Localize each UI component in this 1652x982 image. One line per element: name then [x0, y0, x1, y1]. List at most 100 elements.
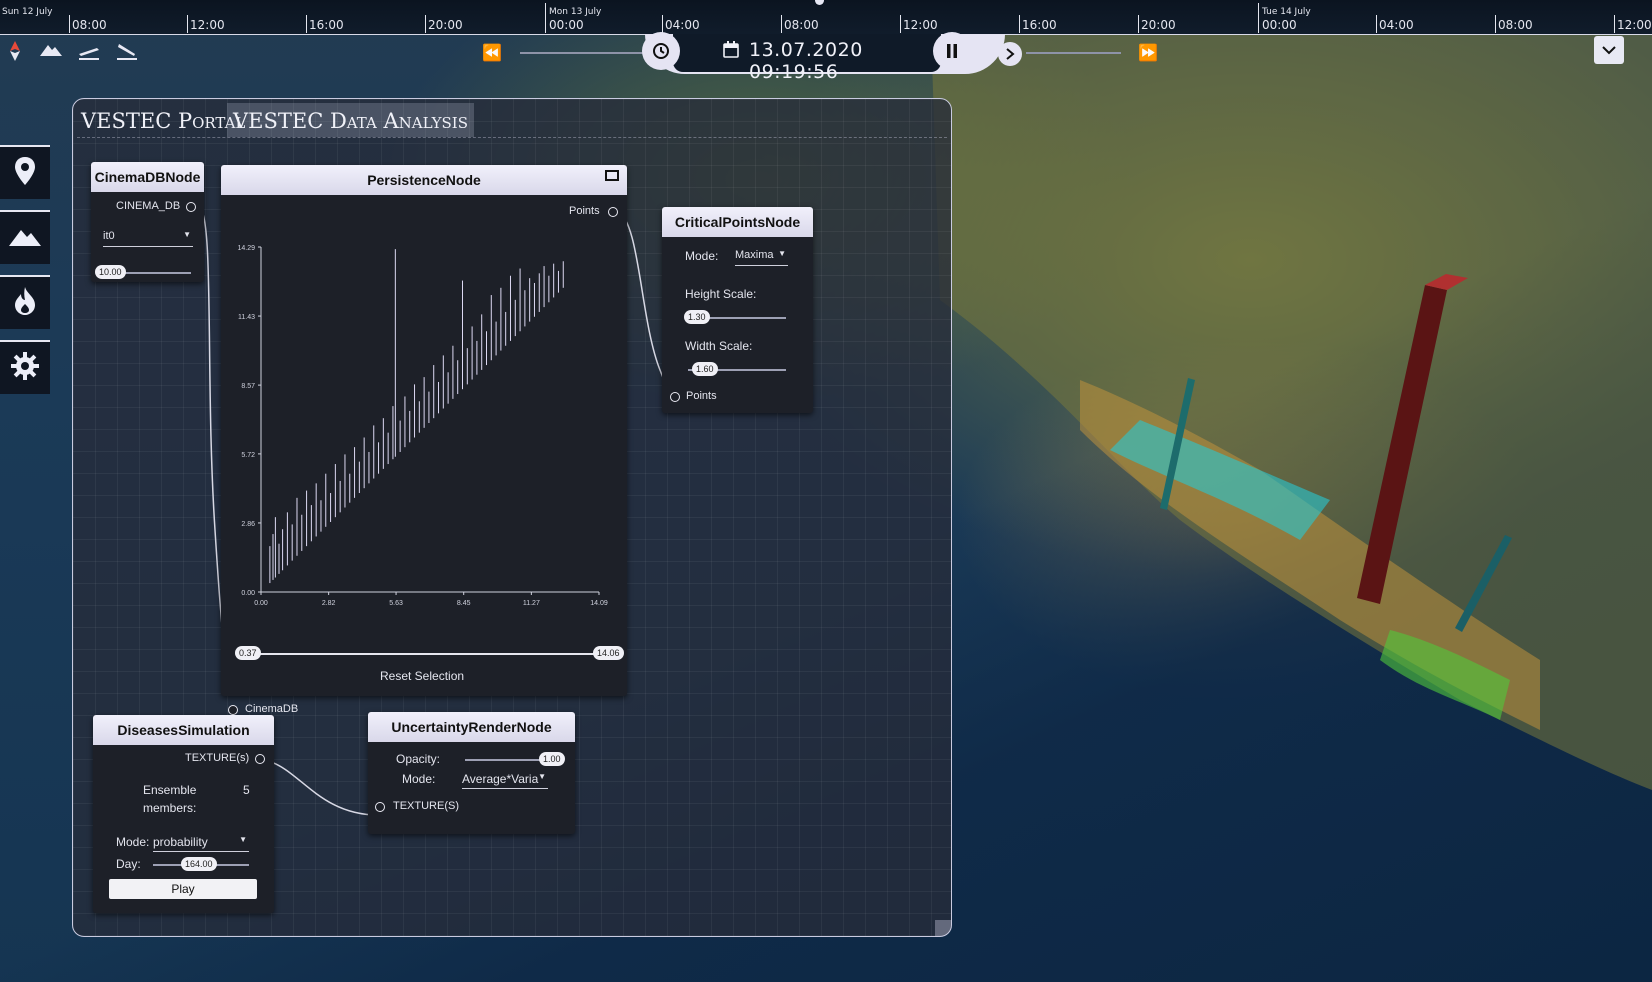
output-port-label: CINEMA_DB: [116, 200, 181, 212]
caret-down-icon: ▼: [239, 835, 247, 844]
sidebar-item-terrain[interactable]: [0, 210, 50, 264]
diseases-simulation-node[interactable]: DiseasesSimulation TEXTURE(s) Ensemble m…: [93, 715, 274, 913]
timeline-time-label: 00:00: [1262, 18, 1297, 32]
time-display: 13.07.2020 09:19:56: [673, 34, 941, 83]
mode-select[interactable]: Average*Varia ▼: [462, 772, 548, 789]
location-pin-icon: [14, 156, 36, 190]
timeline-time-label: 00:00: [549, 18, 584, 32]
panel-title-analysis[interactable]: VESTEC Data Analysis: [227, 103, 475, 137]
output-port[interactable]: [255, 754, 265, 764]
x-tick-label: 8.45: [457, 600, 471, 607]
mountain-icon: [8, 225, 42, 251]
y-tick-label: 2.86: [241, 521, 255, 528]
mode-label: Mode:: [402, 772, 436, 786]
select-value: probability: [153, 835, 208, 849]
timeline-time-label: 08:00: [784, 18, 819, 32]
pause-icon[interactable]: [933, 32, 971, 70]
arrival-icon[interactable]: [114, 40, 140, 64]
ensemble-label: Ensemble: [143, 783, 197, 797]
timeline-day-label: Sun 12 July: [2, 7, 53, 17]
timeline-day-label: Mon 13 July: [549, 7, 602, 17]
node-title[interactable]: PersistenceNode: [221, 165, 627, 195]
timeline-time-label: 04:00: [1379, 18, 1414, 32]
caret-down-icon: ▼: [538, 772, 546, 781]
range-max-thumb[interactable]: 14.06: [593, 646, 624, 660]
iteration-select[interactable]: it0 ▼: [103, 230, 193, 247]
input-port-label: CinemaDB: [245, 703, 299, 715]
chart-marks: [269, 249, 564, 584]
gear-icon: [10, 351, 40, 385]
output-port[interactable]: [186, 202, 196, 212]
speed-track-right[interactable]: [1026, 52, 1121, 54]
departure-icon[interactable]: [76, 40, 102, 64]
calendar-icon: [723, 41, 739, 63]
height-scale-thumb[interactable]: 1.30: [684, 310, 710, 324]
caret-down-icon: ▼: [778, 249, 786, 258]
node-title[interactable]: UncertaintyRenderNode: [368, 712, 575, 742]
timeline-day-label: Tue 14 July: [1262, 7, 1311, 17]
timeline-time-label: 16:00: [309, 18, 344, 32]
x-tick-label: 2.82: [322, 600, 336, 607]
timeline-time-label: 16:00: [1022, 18, 1057, 32]
sidebar-item-location[interactable]: [0, 145, 50, 199]
sidebar-item-settings[interactable]: [0, 340, 50, 394]
select-value: Average*Varia: [462, 772, 539, 786]
cinema-slider-thumb[interactable]: 10.00: [95, 265, 126, 279]
height-scale-label: Height Scale:: [685, 287, 757, 301]
node-title[interactable]: CriticalPointsNode: [662, 207, 813, 237]
input-port[interactable]: [375, 802, 385, 812]
timeline-time-label: 12:00: [1617, 18, 1652, 32]
persistence-node[interactable]: PersistenceNode Points 0.00 2.86 5.72 8.57 1…: [221, 165, 627, 715]
range-slider-track[interactable]: [239, 653, 605, 655]
panel-header[interactable]: VESTEC Portal VESTEC Data Analysis: [77, 103, 947, 138]
input-port[interactable]: [670, 392, 680, 402]
fire-icon: [13, 286, 37, 320]
opacity-label: Opacity:: [396, 752, 441, 766]
panel-title-portal[interactable]: VESTEC Portal: [81, 109, 245, 133]
timeline-time-label: 08:00: [1498, 18, 1533, 32]
timeline-time-label: 20:00: [428, 18, 463, 32]
opacity-slider-thumb[interactable]: 1.00: [539, 752, 565, 766]
reset-selection-button[interactable]: Reset Selection: [380, 669, 464, 683]
sidebar-item-fire[interactable]: [0, 275, 50, 329]
timeline-time-label: 20:00: [1141, 18, 1176, 32]
timeline-bar[interactable]: Sun 12 July Mon 13 July Tue 14 July 08:0…: [0, 0, 1652, 35]
compass-icon[interactable]: [2, 40, 28, 64]
play-button[interactable]: Play: [109, 879, 257, 899]
cinema-db-node[interactable]: CinemaDBNode CINEMA_DB it0 ▼ 10.00: [91, 162, 204, 282]
critical-points-node[interactable]: CriticalPointsNode Mode: Maxima ▼ Height…: [662, 207, 813, 413]
mode-select[interactable]: Maxima ▼: [735, 249, 788, 266]
range-min-thumb[interactable]: 0.37: [235, 646, 261, 660]
node-title[interactable]: CinemaDBNode: [91, 162, 204, 192]
input-port-label: TEXTURE(S): [393, 800, 459, 812]
chevron-down-icon[interactable]: [1594, 36, 1624, 64]
maximize-icon[interactable]: [605, 170, 619, 181]
x-tick-label: 14.09: [590, 600, 608, 607]
width-scale-thumb[interactable]: 1.60: [692, 362, 718, 376]
y-tick-label: 14.29: [237, 245, 255, 252]
x-tick-label: 11.27: [523, 600, 540, 607]
mountain-icon[interactable]: [38, 40, 64, 64]
timeline-time-label: 12:00: [903, 18, 938, 32]
day-slider-thumb[interactable]: 164.00: [181, 857, 217, 871]
output-port-label: TEXTURE(s): [185, 752, 250, 764]
uncertainty-render-node[interactable]: UncertaintyRenderNode Opacity: 1.00 Mode…: [368, 712, 575, 834]
mode-label: Mode:: [685, 249, 719, 263]
speed-track-left[interactable]: [520, 52, 645, 54]
input-port[interactable]: [228, 705, 238, 715]
input-port-label: Points: [686, 390, 717, 402]
y-tick-label: 0.00: [241, 590, 255, 597]
y-tick-label: 11.43: [238, 314, 255, 321]
rewind-button[interactable]: ⏪: [482, 43, 502, 62]
timeline-cursor-handle[interactable]: [815, 0, 824, 5]
caret-down-icon: ▼: [183, 230, 191, 239]
persistence-diagram-chart[interactable]: 0.00 2.86 5.72 8.57 11.43 14.29 0.00 2.82 5.63 8.…: [221, 195, 627, 615]
mode-label: Mode:: [116, 835, 150, 849]
select-value: it0: [103, 230, 115, 242]
fast-forward-button[interactable]: ⏩: [1138, 43, 1158, 62]
history-icon[interactable]: [642, 32, 680, 70]
mode-select[interactable]: probability ▼: [153, 835, 249, 852]
x-tick-label: 0.00: [254, 600, 268, 607]
step-forward-icon[interactable]: [998, 42, 1022, 66]
node-title[interactable]: DiseasesSimulation: [93, 715, 274, 745]
